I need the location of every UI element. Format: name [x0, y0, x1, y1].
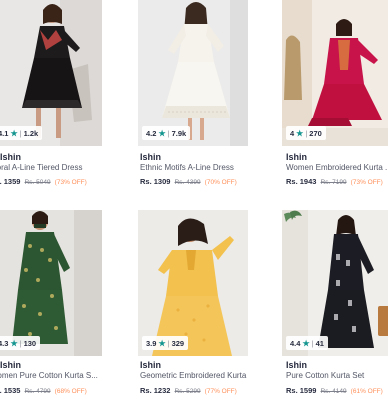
rating-count: 41 [315, 338, 324, 348]
product-card[interactable]: 4.3 ★ | 130 Ishin Women Pure Cotton Kurt… [0, 210, 102, 400]
product-brand[interactable]: Ishin [286, 360, 307, 370]
price-mrp: Rs. 5049 [24, 179, 51, 186]
product-card[interactable]: 4.2 ★ | 7.9k Ishin Ethnic Motifs A-Line … [138, 0, 250, 190]
product-photo-white-dress [138, 0, 248, 146]
rating-value: 3.9 [146, 338, 157, 348]
product-image[interactable]: 4.2 ★ | 7.9k [138, 0, 248, 146]
rating-badge: 4.2 ★ | 7.9k [142, 126, 191, 140]
price-discount: (70% OFF) [204, 179, 237, 186]
rating-value: 4.2 [146, 128, 157, 138]
price-discount: (68% OFF) [54, 388, 87, 395]
price-now: Rs. 1232 [140, 386, 171, 395]
product-price: Rs. 1535 Rs. 4799 (68% OFF) [0, 386, 87, 395]
star-icon: ★ [296, 128, 304, 138]
product-name[interactable]: Ethnic Motifs A-Line Dress [140, 163, 252, 172]
product-photo-pink-kurta [282, 0, 388, 146]
star-icon: ★ [158, 338, 166, 348]
product-card[interactable]: 4.1 ★ | 1.2k Ishin Floral A-Line Tiered … [0, 0, 102, 190]
product-card[interactable]: 4 ★ | 270 Ishin Women Embroidered Kurta … [282, 0, 388, 190]
product-brand[interactable]: Ishin [286, 152, 307, 162]
rating-badge: 4.4 ★ | 41 [286, 336, 328, 350]
product-photo-black-kurta-set [282, 210, 388, 356]
rating-count: 130 [23, 338, 37, 348]
product-photo-green-kurta [0, 210, 102, 356]
price-discount: (73% OFF) [54, 179, 87, 186]
price-mrp: Rs. 4399 [174, 179, 201, 186]
product-name[interactable]: Women Embroidered Kurta ... [286, 163, 388, 172]
price-discount: (73% OFF) [350, 179, 383, 186]
rating-value: 4.4 [290, 338, 301, 348]
price-mrp: Rs. 7199 [320, 179, 347, 186]
price-mrp: Rs. 5299 [174, 388, 201, 395]
star-icon: ★ [10, 128, 18, 138]
rating-count: 7.9k [171, 128, 187, 138]
price-mrp: Rs. 4149 [320, 388, 347, 395]
product-brand[interactable]: Ishin [0, 360, 21, 370]
product-brand[interactable]: Ishin [140, 360, 161, 370]
price-now: Rs. 1359 [0, 177, 21, 186]
rating-count: 1.2k [23, 128, 39, 138]
price-discount: (77% OFF) [204, 388, 237, 395]
star-icon: ★ [158, 128, 166, 138]
product-image[interactable]: 4 ★ | 270 [282, 0, 388, 146]
product-image[interactable]: 3.9 ★ | 329 [138, 210, 248, 356]
product-price: Rs. 1309 Rs. 4399 (70% OFF) [140, 177, 237, 186]
product-price: Rs. 1232 Rs. 5299 (77% OFF) [140, 386, 237, 395]
star-icon: ★ [10, 338, 18, 348]
rating-separator: | [311, 338, 314, 348]
rating-separator: | [305, 128, 308, 138]
rating-badge: 3.9 ★ | 329 [142, 336, 189, 350]
price-now: Rs. 1599 [286, 386, 317, 395]
price-discount: (61% OFF) [350, 388, 383, 395]
product-brand[interactable]: Ishin [140, 152, 161, 162]
star-icon: ★ [302, 338, 310, 348]
product-image[interactable]: 4.1 ★ | 1.2k [0, 0, 102, 146]
product-photo-yellow-kurta [138, 210, 248, 356]
rating-value: 4 [290, 128, 295, 138]
rating-separator: | [167, 338, 170, 348]
product-card[interactable]: 4.4 ★ | 41 Ishin Pure Cotton Kurta Set R… [282, 210, 388, 400]
price-now: Rs. 1309 [140, 177, 171, 186]
rating-count: 329 [171, 338, 185, 348]
rating-count: 270 [309, 128, 322, 138]
rating-badge: 4 ★ | 270 [286, 126, 326, 140]
rating-separator: | [19, 128, 22, 138]
product-image[interactable]: 4.3 ★ | 130 [0, 210, 102, 356]
rating-value: 4.1 [0, 128, 9, 138]
price-mrp: Rs. 4799 [24, 388, 51, 395]
product-name[interactable]: Floral A-Line Tiered Dress [0, 163, 102, 172]
product-name[interactable]: Geometric Embroidered Kurta [140, 371, 252, 380]
product-card[interactable]: 3.9 ★ | 329 Ishin Geometric Embroidered … [138, 210, 250, 400]
product-price: Rs. 1943 Rs. 7199 (73% OFF) [286, 177, 383, 186]
rating-separator: | [167, 128, 170, 138]
product-grid: 4.1 ★ | 1.2k Ishin Floral A-Line Tiered … [0, 0, 388, 400]
rating-badge: 4.1 ★ | 1.2k [0, 126, 43, 140]
rating-badge: 4.3 ★ | 130 [0, 336, 41, 350]
price-now: Rs. 1943 [286, 177, 317, 186]
price-now: Rs. 1535 [0, 386, 21, 395]
product-name[interactable]: Women Pure Cotton Kurta S... [0, 371, 102, 380]
rating-separator: | [19, 338, 22, 348]
rating-value: 4.3 [0, 338, 9, 348]
product-price: Rs. 1359 Rs. 5049 (73% OFF) [0, 177, 87, 186]
product-name[interactable]: Pure Cotton Kurta Set [286, 371, 388, 380]
product-price: Rs. 1599 Rs. 4149 (61% OFF) [286, 386, 383, 395]
product-photo-floral-dress [0, 0, 102, 146]
product-brand[interactable]: Ishin [0, 152, 21, 162]
product-image[interactable]: 4.4 ★ | 41 [282, 210, 388, 356]
